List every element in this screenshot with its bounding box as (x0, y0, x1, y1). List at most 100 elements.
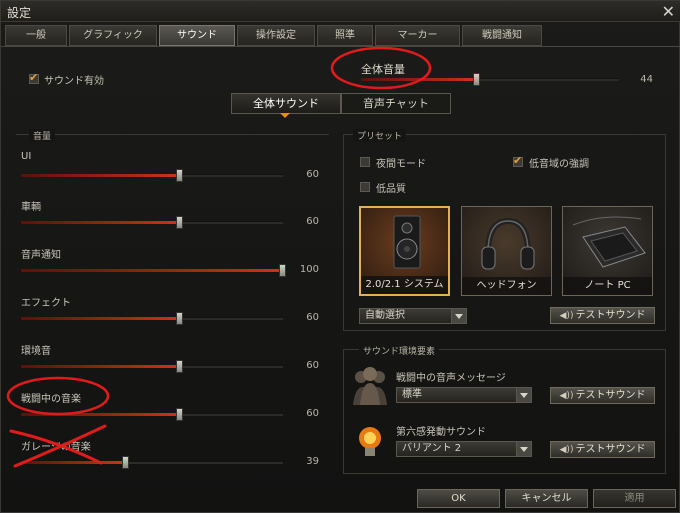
sound-enabled-label: サウンド有効 (44, 76, 104, 87)
presets-panel-title: プリセット (353, 129, 407, 142)
slider-label-voice-notifications: 音声通知 (21, 250, 61, 261)
slider-value-effects: 60 (306, 312, 319, 323)
tab-bar: 一般 グラフィック サウンド 操作設定 照準 マーカー 戦闘通知 (5, 25, 544, 46)
preset-test-sound-button[interactable]: ◀)) テストサウンド (550, 307, 655, 324)
tab-all-sound[interactable]: 全体サウンド (231, 93, 341, 114)
battle-voice-value: 標準 (402, 389, 422, 400)
master-volume-knob[interactable] (472, 73, 480, 86)
speaker-small-icon: ◀)) (559, 445, 574, 455)
night-mode-checkbox[interactable] (360, 157, 370, 167)
chevron-down-icon (516, 442, 531, 456)
slider-knob-battle-music[interactable] (175, 408, 183, 421)
slider-ui[interactable] (21, 169, 283, 182)
slider-knob-garage-music[interactable] (121, 456, 129, 469)
preset-test-sound-label: テストサウンド (575, 310, 646, 321)
battle-voice-dropdown[interactable]: 標準 (396, 387, 532, 403)
slider-knob-effects[interactable] (175, 312, 183, 325)
ok-button[interactable]: OK (417, 489, 500, 508)
slider-vehicles[interactable] (21, 216, 283, 229)
sixth-sense-dropdown[interactable]: バリアント 2 (396, 441, 532, 457)
slider-value-voice-notifications: 100 (299, 264, 319, 275)
slider-fill-garage-music (21, 461, 122, 464)
tab-controls[interactable]: 操作設定 (237, 25, 315, 46)
slider-label-ui: UI (21, 151, 32, 162)
sound-environment-title: サウンド環境要素 (359, 344, 440, 357)
sound-enabled-checkbox[interactable] (29, 71, 39, 84)
bass-boost-checkbox[interactable] (513, 154, 523, 167)
master-volume-label: 全体音量 (361, 63, 405, 76)
slider-value-battle-music: 60 (306, 408, 319, 419)
master-volume-slider[interactable] (361, 73, 619, 86)
battle-voice-test-sound-button[interactable]: ◀)) テストサウンド (550, 387, 655, 404)
sixth-sense-test-sound-button[interactable]: ◀)) テストサウンド (550, 441, 655, 458)
master-volume-fill (361, 78, 473, 81)
cancel-button[interactable]: キャンセル (505, 489, 588, 508)
slider-effects[interactable] (21, 312, 283, 325)
slider-fill-vehicles (21, 221, 176, 224)
lightbulb-icon (359, 427, 381, 456)
laptop-icon (572, 216, 646, 268)
close-icon[interactable]: ✕ (662, 2, 675, 21)
volume-panel-title: 音量 (29, 129, 56, 142)
settings-window: 設定 ✕ 一般 グラフィック サウンド 操作設定 照準 マーカー 戦闘通知 サウ… (0, 0, 680, 513)
night-mode-label: 夜間モード (376, 159, 426, 170)
master-volume-value: 44 (640, 74, 653, 85)
slider-ambient[interactable] (21, 360, 283, 373)
slider-value-vehicles: 60 (306, 216, 319, 227)
device-label-headphones: ヘッドフォン (462, 277, 551, 295)
low-quality-label: 低品質 (376, 184, 406, 195)
sixth-sense-label: 第六感発動サウンド (396, 427, 486, 438)
slider-value-ambient: 60 (306, 360, 319, 371)
device-card-stereo[interactable]: 2.0/2.1 システム (359, 206, 450, 296)
device-label-stereo: 2.0/2.1 システム (361, 276, 448, 294)
apply-button[interactable]: 適用 (593, 489, 676, 508)
speaker-small-icon: ◀)) (559, 311, 574, 321)
tab-general[interactable]: 一般 (5, 25, 67, 46)
slider-knob-voice-notifications[interactable] (279, 264, 286, 277)
title-bar: 設定 ✕ (1, 1, 680, 22)
slider-fill-battle-music (21, 413, 176, 416)
chevron-down-icon (451, 309, 466, 323)
tab-graphics[interactable]: グラフィック (69, 25, 157, 46)
slider-knob-ui[interactable] (175, 169, 183, 182)
device-card-laptop[interactable]: ノート PC (562, 206, 653, 296)
tab-divider (1, 46, 680, 47)
chevron-down-icon (516, 388, 531, 402)
slider-fill-effects (21, 317, 176, 320)
slider-label-effects: エフェクト (21, 298, 71, 309)
sixth-sense-test-sound-label: テストサウンド (575, 444, 646, 455)
slider-value-ui: 60 (306, 169, 319, 180)
slider-knob-vehicles[interactable] (175, 216, 183, 229)
tab-markers[interactable]: マーカー (375, 25, 460, 46)
tab-sound[interactable]: サウンド (159, 25, 235, 46)
device-label-laptop: ノート PC (563, 277, 652, 295)
slider-knob-ambient[interactable] (175, 360, 183, 373)
slider-label-vehicles: 車輌 (21, 202, 41, 213)
window-title: 設定 (7, 6, 32, 20)
crew-icon (353, 367, 387, 405)
slider-fill-ui (21, 174, 176, 177)
slider-fill-voice-notifications (21, 269, 279, 272)
battle-voice-test-sound-label: テストサウンド (575, 390, 646, 401)
slider-label-ambient: 環境音 (21, 346, 51, 357)
auto-select-dropdown[interactable]: 自動選択 (359, 308, 467, 324)
headphones-icon (481, 217, 535, 270)
slider-garage-music[interactable] (21, 456, 283, 469)
tab-aiming[interactable]: 照準 (317, 25, 373, 46)
sixth-sense-value: バリアント 2 (402, 443, 462, 454)
auto-select-value: 自動選択 (365, 310, 405, 321)
device-card-headphones[interactable]: ヘッドフォン (461, 206, 552, 296)
slider-label-garage-music: ガレージの音楽 (21, 442, 91, 453)
speaker-icon (393, 215, 421, 269)
slider-fill-ambient (21, 365, 176, 368)
slider-value-garage-music: 39 (306, 456, 319, 467)
slider-label-battle-music: 戦闘中の音楽 (21, 394, 81, 405)
low-quality-checkbox[interactable] (360, 182, 370, 192)
battle-voice-label: 戦闘中の音声メッセージ (396, 373, 506, 384)
speaker-small-icon: ◀)) (559, 391, 574, 401)
tab-voice-chat[interactable]: 音声チャット (341, 93, 451, 114)
tab-battle-notifications[interactable]: 戦闘通知 (462, 25, 542, 46)
active-subtab-caret (280, 113, 290, 118)
slider-voice-notifications[interactable] (21, 264, 286, 277)
slider-battle-music[interactable] (21, 408, 283, 421)
